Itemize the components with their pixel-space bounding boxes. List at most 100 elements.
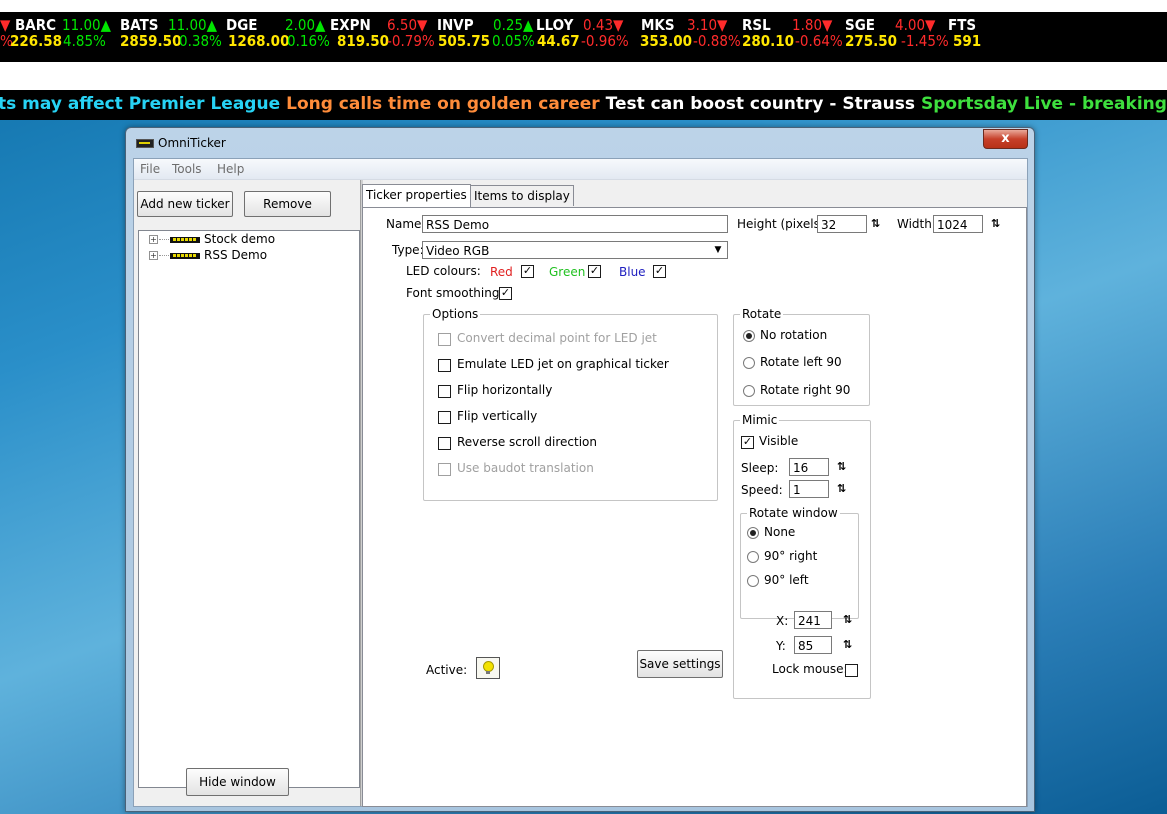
radio-window-90-left[interactable] [747, 575, 759, 587]
ticker-price-item: 353.00 [640, 32, 693, 50]
type-label: Type: [392, 243, 424, 257]
menu-tools[interactable]: Tools [172, 162, 202, 176]
speed-input[interactable]: 1 [789, 480, 829, 498]
height-spinner-icon[interactable]: ⇅ [869, 216, 882, 232]
ticker-price-item: 591 [953, 32, 982, 50]
save-settings-button[interactable]: Save settings [637, 650, 723, 678]
ticker-symbol-item: 6.50▼ [387, 16, 428, 34]
option-checkbox[interactable] [438, 359, 451, 372]
led-blue-label: Blue [619, 265, 646, 279]
name-input[interactable]: RSS Demo [422, 215, 728, 233]
menu-file[interactable]: File [140, 162, 160, 176]
ticker-list-pane: Add new ticker Remove + Stock demo + RSS… [134, 180, 360, 806]
ticker-symbol-item: EXPN [330, 16, 371, 34]
news-headline: Long calls time on golden career [286, 94, 600, 114]
radio-rotate-left[interactable] [743, 357, 755, 369]
rotate-left-label: Rotate left 90 [760, 355, 842, 369]
ticker-symbol-item: 0.25▲ [493, 16, 534, 34]
window-90-left-label: 90° left [764, 573, 809, 587]
sleep-spinner-icon[interactable]: ⇅ [835, 459, 848, 475]
option-label: Convert decimal point for LED jet [457, 331, 657, 345]
ticker-symbol-item: LLOY [536, 16, 574, 34]
app-icon [136, 139, 154, 148]
tab-items-to-display[interactable]: Items to display [470, 185, 574, 206]
close-button[interactable]: x [983, 129, 1028, 149]
active-indicator[interactable] [476, 657, 500, 679]
y-label: Y: [776, 639, 786, 653]
led-red-label: Red [490, 265, 513, 279]
led-blue-checkbox[interactable]: ✓ [653, 265, 666, 278]
top-strip [0, 0, 1167, 12]
y-spinner-icon[interactable]: ⇅ [841, 637, 854, 653]
lock-mouse-checkbox[interactable] [845, 664, 858, 677]
x-spinner-icon[interactable]: ⇅ [841, 612, 854, 628]
font-smoothing-label: Font smoothing: [406, 286, 504, 300]
menu-bar: File Tools Help [134, 159, 1027, 180]
option-checkbox[interactable] [438, 411, 451, 424]
ticker-symbol-item: 3.10▼ [687, 16, 728, 34]
radio-window-90-right[interactable] [747, 551, 759, 563]
visible-checkbox[interactable]: ✓ [741, 436, 754, 449]
menu-help[interactable]: Help [217, 162, 244, 176]
radio-no-rotation[interactable] [743, 330, 755, 342]
add-ticker-button[interactable]: Add new ticker [137, 191, 233, 217]
ticker-price-item: 1268.00 [228, 32, 290, 50]
sleep-label: Sleep: [741, 461, 779, 475]
radio-rotate-right[interactable] [743, 385, 755, 397]
rotate-right-label: Rotate right 90 [760, 383, 851, 397]
option-checkbox[interactable] [438, 385, 451, 398]
tree-item-stock-demo[interactable]: + Stock demo [149, 232, 349, 248]
rotate-window-group: Rotate window None 90° right 90° left [740, 506, 859, 619]
active-label: Active: [426, 663, 468, 677]
option-label: Reverse scroll direction [457, 435, 597, 449]
ticker-price-item: 2859.50 [120, 32, 182, 50]
sleep-input[interactable]: 16 [789, 458, 829, 476]
visible-label: Visible [759, 434, 799, 448]
option-label: Use baudot translation [457, 461, 594, 475]
option-checkbox[interactable] [438, 437, 451, 450]
hide-window-button[interactable]: Hide window [186, 768, 289, 796]
type-select[interactable]: Video RGB ▼ [422, 241, 728, 259]
expand-icon[interactable]: + [149, 251, 158, 260]
ticker-price-item: -0.96% [581, 32, 629, 50]
lightbulb-base-icon [486, 671, 490, 674]
speed-spinner-icon[interactable]: ⇅ [835, 481, 848, 497]
ticker-price-item: -0.64% [795, 32, 843, 50]
ticker-thumbnail-icon [170, 237, 200, 243]
stock-ticker-bar: ▼ BARC 11.00▲ BATS 11.00▲ DGE 2.00▲ EXPN 6.50▼ IN… [0, 12, 1167, 62]
ticker-tree: + Stock demo + RSS Demo [138, 230, 360, 788]
tree-item-rss-demo[interactable]: + RSS Demo [149, 248, 349, 264]
ticker-price-item: 4.85% [63, 32, 106, 50]
news-ticker-text: ts may affect Premier League Long calls t… [0, 94, 1167, 114]
title-bar[interactable]: OmniTicker x [126, 128, 1034, 156]
rotate-group: Rotate No rotation Rotate left 90 Rotate… [733, 307, 870, 406]
ticker-symbol-item: 2.00▲ [285, 16, 326, 34]
led-green-checkbox[interactable]: ✓ [588, 265, 601, 278]
options-group-title: Options [430, 307, 481, 321]
expand-icon[interactable]: + [149, 235, 158, 244]
width-input[interactable]: 1024 [933, 215, 983, 233]
height-input[interactable]: 32 [817, 215, 867, 233]
y-input[interactable]: 85 [794, 636, 832, 654]
width-spinner-icon[interactable]: ⇅ [989, 216, 1002, 232]
news-headline: ts may affect Premier League [0, 94, 281, 114]
ticker-price-item: 819.50 [337, 32, 390, 50]
ticker-symbol-item: 11.00▲ [168, 16, 217, 34]
ticker-symbol-item: FTS [948, 16, 977, 34]
chevron-down-icon[interactable]: ▼ [711, 244, 725, 256]
tree-item-label: RSS Demo [204, 248, 268, 262]
window-client: File Tools Help Add new ticker Remove + … [133, 158, 1028, 807]
window-title: OmniTicker [158, 136, 226, 150]
lock-mouse-label: Lock mouse: [772, 662, 848, 676]
x-input[interactable]: 241 [794, 611, 832, 629]
news-headline: Sportsday Live - breaking sports [920, 94, 1167, 114]
radio-window-none[interactable] [747, 527, 759, 539]
ticker-symbol-item: 11.00▲ [62, 16, 111, 34]
tab-ticker-properties[interactable]: Ticker properties [362, 184, 471, 207]
font-smoothing-checkbox[interactable]: ✓ [499, 287, 512, 300]
ticker-symbol-item: SGE [845, 16, 876, 34]
speed-label: Speed: [741, 483, 783, 497]
ticker-symbol-item: ▼ [0, 16, 11, 34]
remove-button[interactable]: Remove [244, 191, 331, 217]
led-red-checkbox[interactable]: ✓ [521, 265, 534, 278]
